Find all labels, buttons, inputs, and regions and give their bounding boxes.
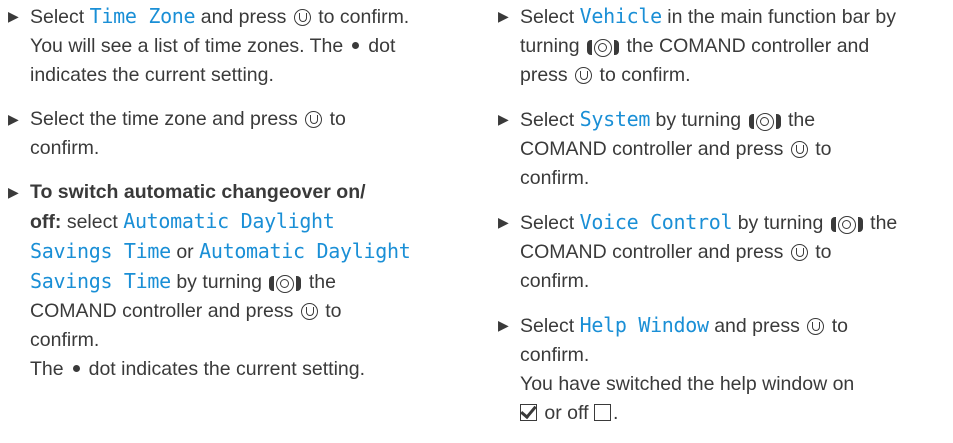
- press-controller-icon: [575, 67, 593, 84]
- menu-item-time-zone: Time Zone: [89, 4, 196, 28]
- menu-item-vehicle: Vehicle: [579, 4, 662, 28]
- step-text: .: [612, 402, 619, 424]
- step-text: COMAND controller and press: [520, 138, 784, 160]
- step-text: by turning: [655, 109, 742, 131]
- step-text: confirm.: [30, 329, 100, 351]
- step-text: the: [308, 271, 336, 293]
- step-text: to: [831, 315, 848, 337]
- step-text: to confirm.: [318, 6, 410, 28]
- step-text: select: [66, 211, 118, 233]
- arrow-bullet-icon: ▶: [8, 184, 19, 200]
- step-text: Select: [520, 6, 575, 28]
- step-text: Select: [520, 315, 575, 337]
- step-text: and press: [200, 6, 287, 28]
- instruction-step: ▶ Select System by turning the COMAND co…: [498, 105, 948, 193]
- step-text: You have switched the help window on: [520, 373, 855, 395]
- checkbox-empty-icon: [593, 404, 611, 421]
- press-controller-icon: [790, 141, 808, 158]
- step-text: The: [30, 358, 64, 380]
- instruction-step: ▶ To switch automatic changeover on/ off…: [8, 178, 478, 384]
- step-text: dot: [368, 35, 396, 57]
- left-column: ▶ Select Time Zone and press to confirm.…: [8, 2, 478, 399]
- selection-dot-icon: [72, 365, 80, 372]
- step-text: confirm.: [520, 167, 590, 189]
- right-column: ▶ Select Vehicle in the main function ba…: [498, 2, 948, 443]
- step-text: Select the time zone and press: [30, 108, 298, 130]
- step-text: and press: [714, 315, 800, 337]
- step-text: to: [325, 300, 342, 322]
- step-text: press: [520, 64, 568, 86]
- step-text: dot indicates the current setting.: [88, 358, 366, 380]
- instruction-step: ▶ Select the time zone and press to conf…: [8, 105, 478, 163]
- checkbox-checked-icon: [520, 404, 537, 421]
- step-heading: To switch automatic changeover on/: [30, 181, 366, 203]
- menu-item-voice-control: Voice Control: [579, 210, 733, 234]
- arrow-bullet-icon: ▶: [498, 317, 509, 333]
- menu-item-automatic-dst-2: Savings Time: [30, 269, 171, 293]
- menu-item-system: System: [579, 107, 651, 131]
- press-controller-icon: [300, 303, 318, 320]
- step-text: the COMAND controller and: [626, 35, 870, 57]
- selection-dot-icon: [352, 42, 360, 49]
- step-text: to confirm.: [599, 64, 691, 86]
- step-text: in the main function bar by: [667, 6, 896, 28]
- step-text: turning: [520, 35, 580, 57]
- step-text: to: [329, 108, 346, 130]
- step-text: You will see a list of time zones. The: [30, 35, 344, 57]
- turn-controller-icon: [269, 274, 302, 293]
- step-text: Select: [30, 6, 85, 28]
- turn-controller-icon: [748, 112, 781, 131]
- step-text: to: [815, 138, 832, 160]
- press-controller-icon: [807, 318, 825, 335]
- step-text: by turning: [176, 271, 262, 293]
- instruction-step: ▶ Select Time Zone and press to confirm.…: [8, 2, 478, 90]
- step-heading: off:: [30, 211, 62, 233]
- step-text: by turning: [737, 212, 824, 234]
- arrow-bullet-icon: ▶: [8, 8, 19, 24]
- step-text: confirm.: [520, 344, 590, 366]
- instruction-step: ▶ Select Voice Control by turning the CO…: [498, 208, 948, 296]
- menu-item-help-window: Help Window: [579, 313, 709, 337]
- turn-controller-icon: [830, 215, 863, 234]
- step-text: confirm.: [520, 270, 590, 292]
- step-text: COMAND controller and press: [30, 300, 294, 322]
- arrow-bullet-icon: ▶: [8, 111, 19, 127]
- step-text: Select: [520, 109, 575, 131]
- step-text: indicates the current setting.: [30, 64, 274, 86]
- step-text: to: [815, 241, 832, 263]
- press-controller-icon: [293, 9, 311, 26]
- step-text: the: [870, 212, 898, 234]
- arrow-bullet-icon: ▶: [498, 214, 509, 230]
- step-text: COMAND controller and press: [520, 241, 784, 263]
- step-text: the: [787, 109, 816, 131]
- arrow-bullet-icon: ▶: [498, 111, 509, 127]
- turn-controller-icon: [587, 38, 620, 57]
- press-controller-icon: [305, 111, 323, 128]
- instruction-step: ▶ Select Help Window and press to confir…: [498, 311, 948, 428]
- step-text: confirm.: [30, 137, 100, 159]
- step-text: Select: [520, 212, 575, 234]
- instruction-step: ▶ Select Vehicle in the main function ba…: [498, 2, 948, 90]
- menu-item-automatic-dst-2: Automatic Daylight: [199, 239, 411, 263]
- step-text: or: [176, 241, 194, 263]
- press-controller-icon: [790, 244, 808, 261]
- arrow-bullet-icon: ▶: [498, 8, 509, 24]
- menu-item-automatic-dst: Automatic Daylight: [123, 209, 335, 233]
- menu-item-automatic-dst: Savings Time: [30, 239, 171, 263]
- step-text: or off: [544, 402, 589, 424]
